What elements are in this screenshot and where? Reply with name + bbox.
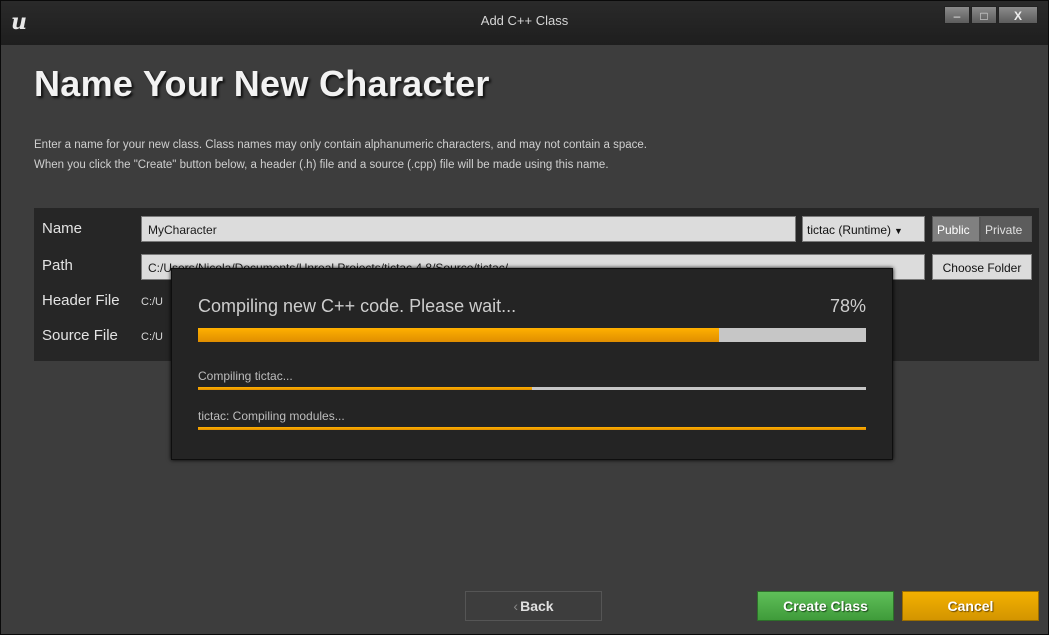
progress-title: Compiling new C++ code. Please wait... [198,296,517,316]
choose-folder-button[interactable]: Choose Folder [932,254,1032,280]
chevron-left-icon: ‹ [513,598,519,614]
minimize-button[interactable]: – [944,6,970,24]
progress-percent: 78% [829,296,866,316]
chevron-down-icon: ▼ [894,226,903,236]
private-toggle[interactable]: Private [980,216,1032,242]
cancel-button[interactable]: Cancel [902,591,1039,621]
sub-task-2-label: tictac: Compiling modules... [198,409,345,423]
module-dropdown-value: tictac (Runtime) [807,223,892,237]
back-label: Back [520,598,554,614]
source-file-label: Source File [42,327,118,344]
main-progress-bar [198,328,866,342]
maximize-button[interactable]: □ [971,6,997,24]
sub-task-1-label: Compiling tictac... [198,369,293,383]
source-file-value: C:/U [141,331,163,343]
module-dropdown[interactable]: tictac (Runtime) ▼ [802,216,925,242]
sub-task-1-bar [198,387,866,390]
sub-task-1-fill [198,387,532,390]
header-file-value: C:/U [141,296,163,308]
window-title: Add C++ Class [480,13,569,28]
compile-progress-dialog: Compiling new C++ code. Please wait... 7… [171,268,893,460]
create-class-button[interactable]: Create Class [757,591,894,621]
public-toggle[interactable]: Public [932,216,980,242]
close-button[interactable]: X [998,6,1038,24]
name-label: Name [42,220,83,237]
header-file-label: Header File [42,292,120,309]
page-title: Name Your New Character [34,63,490,104]
description-line-1: Enter a name for your new class. Class n… [34,139,647,151]
sub-task-2-bar [198,427,866,430]
back-button[interactable]: ‹ Back [465,591,602,621]
add-class-window: u Add C++ Class – □ X Name Your New Char… [0,0,1049,635]
class-name-input[interactable]: MyCharacter [141,216,796,242]
description-line-2: When you click the "Create" button below… [34,159,609,171]
sub-task-2-fill [198,427,866,430]
description: Enter a name for your new class. Class n… [34,135,647,175]
title-bar[interactable]: u Add C++ Class – □ X [1,1,1048,45]
window-controls: – □ X [943,6,1038,24]
path-label: Path [42,257,73,274]
main-progress-fill [198,328,720,342]
